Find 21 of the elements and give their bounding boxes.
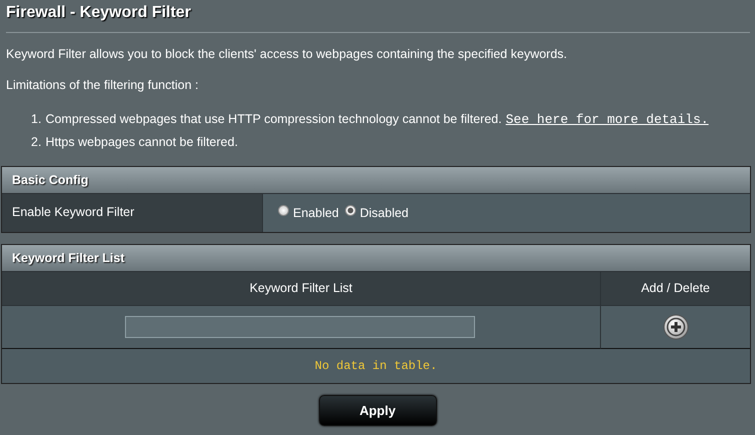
list-number: 1. (31, 112, 42, 126)
column-header: Keyword Filter List (2, 272, 601, 306)
radio-button[interactable] (344, 205, 356, 216)
description-text: Keyword Filter allows you to block the clients' access to webpages containing the specified keywords. (6, 46, 568, 63)
empty-table-message: No data in table. (2, 349, 750, 383)
radio-button[interactable] (278, 205, 289, 216)
setting-label: Enable Keyword Filter (2, 194, 263, 232)
limitations-label: Limitations of the filtering function : (6, 77, 200, 94)
page-title: Firewall - Keyword Filter (5, 4, 192, 23)
keyword-input[interactable] (124, 316, 474, 338)
details-link[interactable]: See here for more details. (506, 112, 709, 127)
limitation-text: Https webpages cannot be filtered. (45, 135, 238, 149)
list-number: 2. (31, 135, 42, 149)
section-header: Keyword Filter List (2, 245, 750, 272)
section-header: Basic Config (2, 167, 750, 194)
radio-option[interactable]: Enabled (278, 206, 339, 220)
apply-button[interactable]: Apply (318, 395, 436, 426)
radio-option[interactable]: Disabled (344, 206, 409, 220)
add-icon[interactable] (662, 314, 688, 340)
column-header: Add / Delete (601, 272, 750, 306)
limitation-text: Compressed webpages that use HTTP compression technology cannot be filtered. (45, 112, 502, 126)
